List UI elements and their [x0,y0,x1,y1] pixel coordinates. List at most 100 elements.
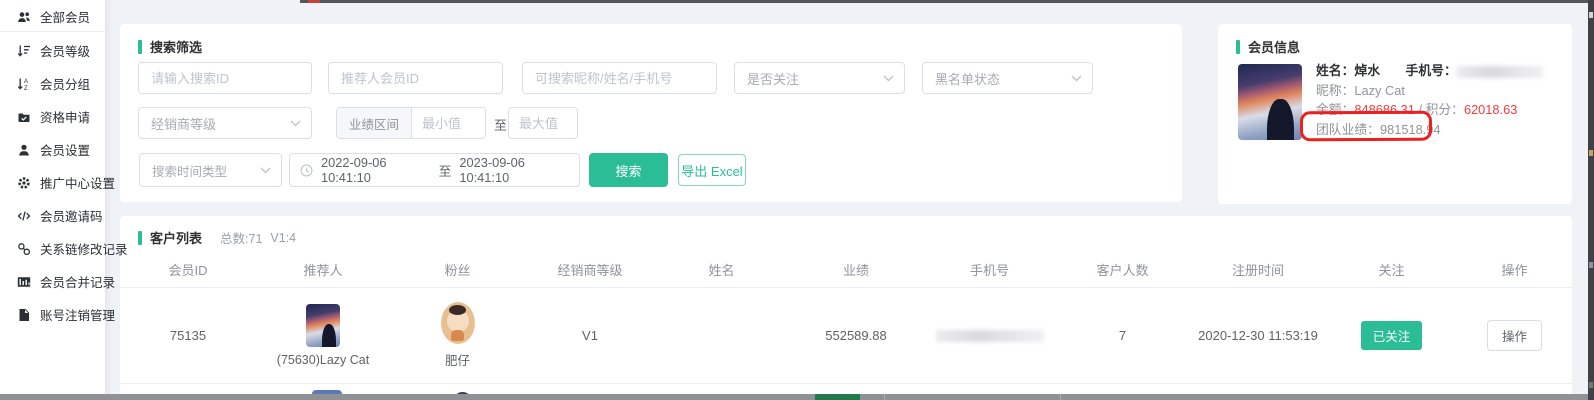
member-nickname-line: 昵称：Lazy Cat [1316,81,1566,101]
col-header-follow: 关注 [1326,260,1457,279]
performance-max-wrap [508,107,578,139]
member-name-line: 姓名：焯水 手机号： [1316,61,1566,81]
svg-text:A: A [24,79,28,85]
table-header-row: 会员ID 推荐人 粉丝 经销商等级 姓名 业绩 手机号 客户人数 注册时间 关注… [120,252,1572,288]
chevron-down-icon [290,120,301,127]
cell-member-id: 75135 [120,328,256,343]
keyword-input[interactable] [523,63,716,93]
cell-fan: 肥仔 [390,302,525,369]
member-avatar [1238,64,1302,140]
keyword-field-wrap [522,62,717,94]
cell-performance: 552589.88 [788,328,924,343]
col-header-customer-count: 客户人数 [1055,260,1190,279]
customer-list-title-row: 客户列表 总数:71 V1:4 [138,228,296,247]
time-type-select[interactable]: 搜索时间类型 [139,153,282,187]
chevron-down-icon [1071,75,1082,82]
range-to-label: 至 [494,115,507,134]
referrer-id-field-wrap [328,62,503,94]
cell-customer-count: 7 [1055,328,1190,343]
sidebar-item-promotion-settings[interactable]: 推广中心设置 [0,166,105,199]
col-header-performance: 业绩 [788,260,924,279]
sidebar: 全部会员 会员等级 AZ 会员分组 资格申请 会员设置 推广中心设置 [0,0,106,400]
sidebar-item-label: 会员设置 [40,140,90,159]
sidebar-item-label: 资格申请 [40,107,90,126]
col-header-action: 操作 [1457,260,1572,279]
cell-register-time: 2020-12-30 11:53:19 [1190,328,1326,343]
export-excel-button[interactable]: 导出 Excel [678,154,746,186]
customer-list-title: 客户列表 [150,228,202,247]
bottom-edge-artifact [0,394,1594,400]
sidebar-item-label: 关系链修改记录 [40,239,128,258]
sidebar-item-label: 会员等级 [40,41,90,60]
dealer-level-select[interactable]: 经销商等级 [138,107,312,139]
sidebar-item-relation-log[interactable]: 关系链修改记录 [0,232,105,265]
col-header-register-time: 注册时间 [1190,260,1326,279]
performance-min-input[interactable] [412,108,485,138]
chevron-down-icon [883,75,894,82]
sidebar-item-qualification[interactable]: 资格申请 [0,100,105,133]
file-icon [17,308,31,322]
green-title-bar [1236,40,1240,54]
col-header-member-id: 会员ID [120,260,256,279]
sidebar-item-member-settings[interactable]: 会员设置 [0,133,105,166]
performance-range-group: 业绩区间 [336,107,486,139]
red-annotation-circle [1300,111,1432,142]
referrer-id-input[interactable] [329,63,502,93]
customer-list-card: 客户列表 总数:71 V1:4 会员ID 推荐人 粉丝 经销商等级 姓名 业绩 … [120,216,1572,400]
col-header-referrer: 推荐人 [256,260,390,279]
right-edge-artifact [1588,0,1594,400]
sort-amount-icon [17,44,31,58]
sort-alpha-icon: AZ [17,77,31,91]
search-filter-card: 搜索筛选 是否关注 黑名单状态 经销商等级 业绩区间 至 搜索时间类型 2022… [120,24,1182,202]
clock-icon [300,164,313,177]
row-action-button[interactable]: 操作 [1487,320,1542,351]
col-header-phone: 手机号 [924,260,1055,279]
sidebar-item-account-closure[interactable]: 账号注销管理 [0,298,105,331]
performance-max-input[interactable] [509,108,577,138]
sidebar-item-label: 会员合并记录 [40,272,115,291]
sidebar-item-member-groups[interactable]: AZ 会员分组 [0,67,105,100]
customer-table: 会员ID 推荐人 粉丝 经销商等级 姓名 业绩 手机号 客户人数 注册时间 关注… [120,252,1572,384]
fan-avatar [441,302,475,344]
sidebar-item-label: 推广中心设置 [40,173,115,192]
sidebar-item-member-levels[interactable]: 会员等级 [0,34,105,67]
member-info-title: 会员信息 [1236,37,1300,56]
search-button[interactable]: 搜索 [589,153,668,187]
followed-badge: 已关注 [1361,321,1423,350]
search-id-field-wrap [138,62,312,94]
col-header-fan: 粉丝 [390,260,525,279]
user-icon [17,143,31,157]
col-header-name: 姓名 [655,260,788,279]
date-range-picker[interactable]: 2022-09-06 10:41:10 至 2023-09-06 10:41:1… [289,153,580,187]
cell-follow: 已关注 [1326,321,1457,350]
sidebar-item-label: 会员邀请码 [40,206,103,225]
green-title-bar [138,231,142,245]
svg-text:Z: Z [24,86,28,91]
filter-section-title: 搜索筛选 [138,37,202,56]
chevron-down-icon [260,167,271,174]
referrer-avatar [306,304,340,347]
sidebar-item-label: 会员分组 [40,74,90,93]
green-title-bar [138,40,142,54]
sidebar-item-merge-log[interactable]: 会员合并记录 [0,265,105,298]
approval-icon [17,110,31,124]
follow-status-select[interactable]: 是否关注 [734,62,905,94]
cell-action: 操作 [1457,320,1572,351]
blacklist-status-select[interactable]: 黑名单状态 [922,62,1093,94]
cell-referrer: (75630)Lazy Cat [256,304,390,367]
cell-phone [924,330,1055,342]
sidebar-item-invite-code[interactable]: 会员邀请码 [0,199,105,232]
cell-dealer-level: V1 [525,328,655,343]
code-icon [17,209,31,223]
total-count: 总数:71 [220,228,262,247]
users-icon [17,10,31,24]
date-start: 2022-09-06 10:41:10 [321,155,431,185]
v1-count: V1:4 [270,231,296,245]
phone-redacted [1457,66,1543,78]
top-edge-red-speck [308,0,320,3]
top-edge-artifact [300,0,1588,3]
link-icon [17,242,31,256]
sidebar-item-all-members[interactable]: 全部会员 [0,2,105,32]
search-id-input[interactable] [139,63,311,93]
chart-icon [17,275,31,289]
